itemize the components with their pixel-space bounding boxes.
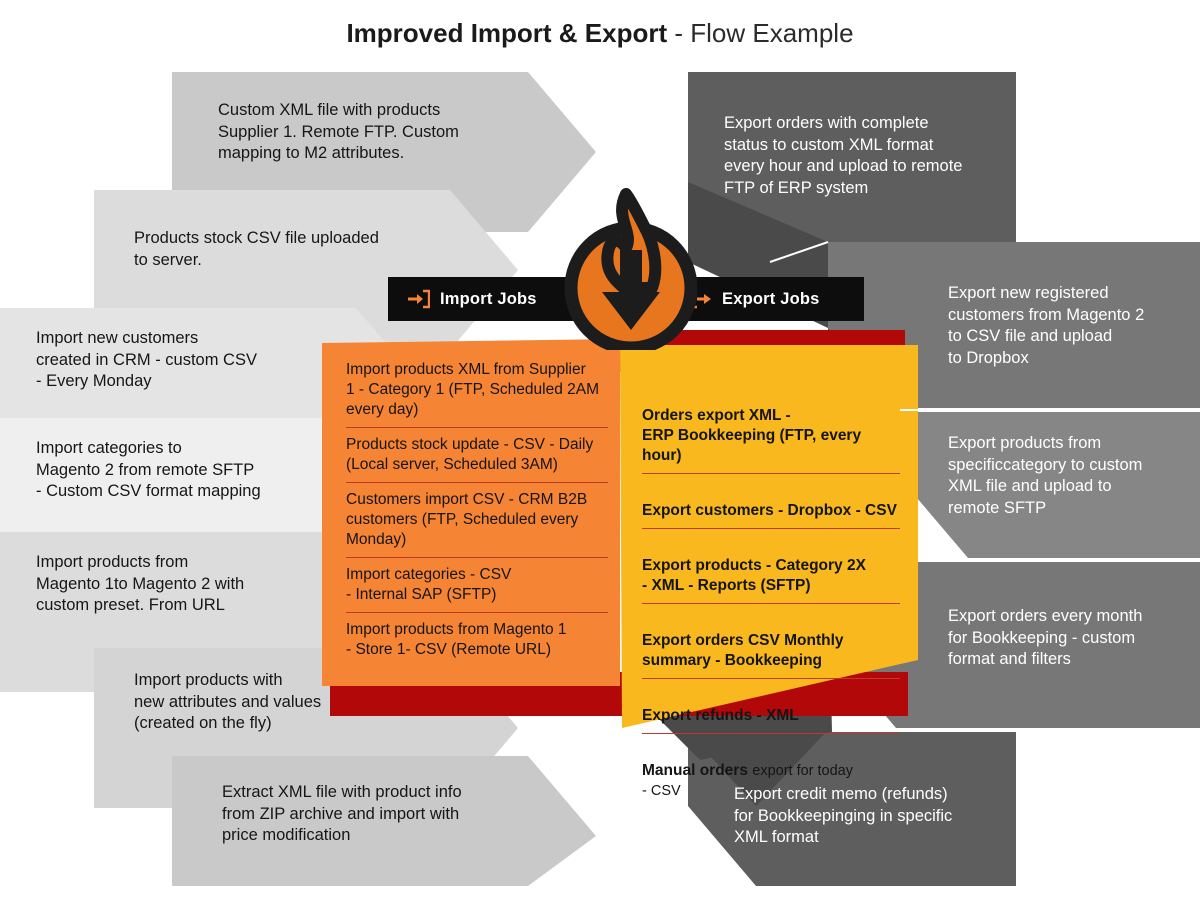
export-job-title: Export orders CSV Monthly summary - Book… [642,632,844,669]
export-job-item[interactable]: Export orders CSV Monthly summary - Book… [642,611,900,679]
import-job-item[interactable]: Products stock update - CSV - Daily (Loc… [346,435,608,483]
import-job-item[interactable]: Import categories - CSV - Internal SAP (… [346,565,608,613]
export-job-item[interactable]: Export refunds - XML [642,686,900,734]
export-job-item[interactable]: Export products - Category 2X - XML - Re… [642,536,900,604]
import-job-item[interactable]: Import products from Magento 1 - Store 1… [346,620,608,667]
diagram-canvas: Improved Import & Export - Flow Example [0,0,1200,900]
export-job-title: Export refunds - XML [642,707,799,724]
export-job-title: Export products - Category 2X - XML - Re… [642,557,866,594]
import-arrow-icon [408,289,430,309]
import-job-item[interactable]: Customers import CSV - CRM B2B customers… [346,490,608,558]
export-job-title: Manual orders [642,762,753,779]
export-job-title: Export customers - Dropbox - CSV [642,502,897,519]
import-jobs-list: Import products XML from Supplier 1 - Ca… [346,360,608,674]
export-job-title: Orders export XML - ERP Bookkeeping (FTP… [642,407,862,464]
export-job-item[interactable]: Export customers - Dropbox - CSV [642,481,900,529]
import-job-item[interactable]: Import products XML from Supplier 1 - Ca… [346,360,608,428]
export-jobs-list: Orders export XML - ERP Bookkeeping (FTP… [642,386,900,815]
tab-import-jobs-label: Import Jobs [440,289,537,308]
tab-export-jobs-label: Export Jobs [722,289,820,308]
export-job-item[interactable]: Manual orders export for today - CSV [642,741,900,808]
export-job-item[interactable]: Orders export XML - ERP Bookkeeping (FTP… [642,386,900,474]
firebear-flame-download-icon [564,188,698,350]
